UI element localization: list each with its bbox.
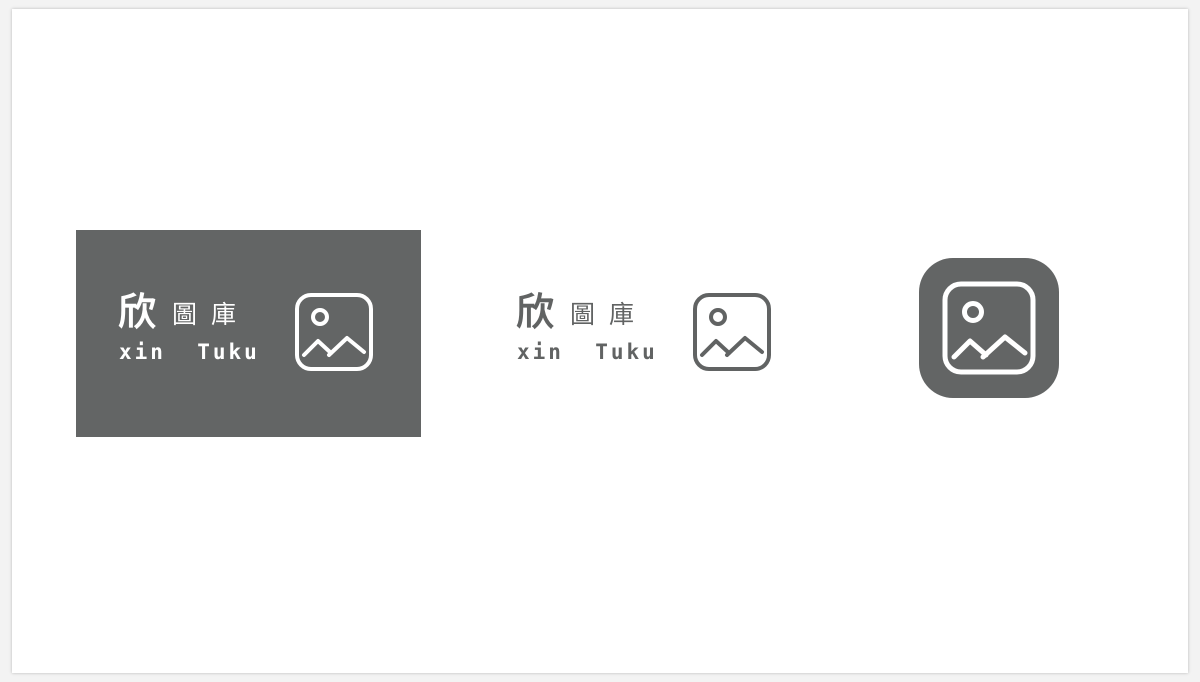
logo-latin-name: xin Tuku	[119, 340, 260, 364]
logo-char-ku: 庫	[609, 300, 635, 329]
logo-char-tu: 圖	[570, 300, 596, 329]
logo-char-xin: 欣	[118, 290, 157, 334]
logo-char-ku: 庫	[211, 300, 237, 329]
logo-chinese-name: 欣 圖 庫	[118, 292, 250, 332]
image-icon	[295, 293, 373, 371]
logo-latin-name: xin Tuku	[517, 340, 658, 364]
dark-logo-card: 欣 圖 庫 xin Tuku	[76, 230, 421, 437]
logo-lockup-plain: 欣 圖 庫 xin Tuku	[516, 292, 776, 376]
image-icon	[693, 293, 771, 371]
logo-char-tu: 圖	[172, 300, 198, 329]
app-icon-tile	[919, 258, 1059, 398]
image-icon	[942, 281, 1036, 375]
logo-lockup-inverse: 欣 圖 庫 xin Tuku	[118, 292, 378, 376]
logo-chinese-name: 欣 圖 庫	[516, 292, 648, 332]
logo-char-xin: 欣	[516, 290, 555, 334]
